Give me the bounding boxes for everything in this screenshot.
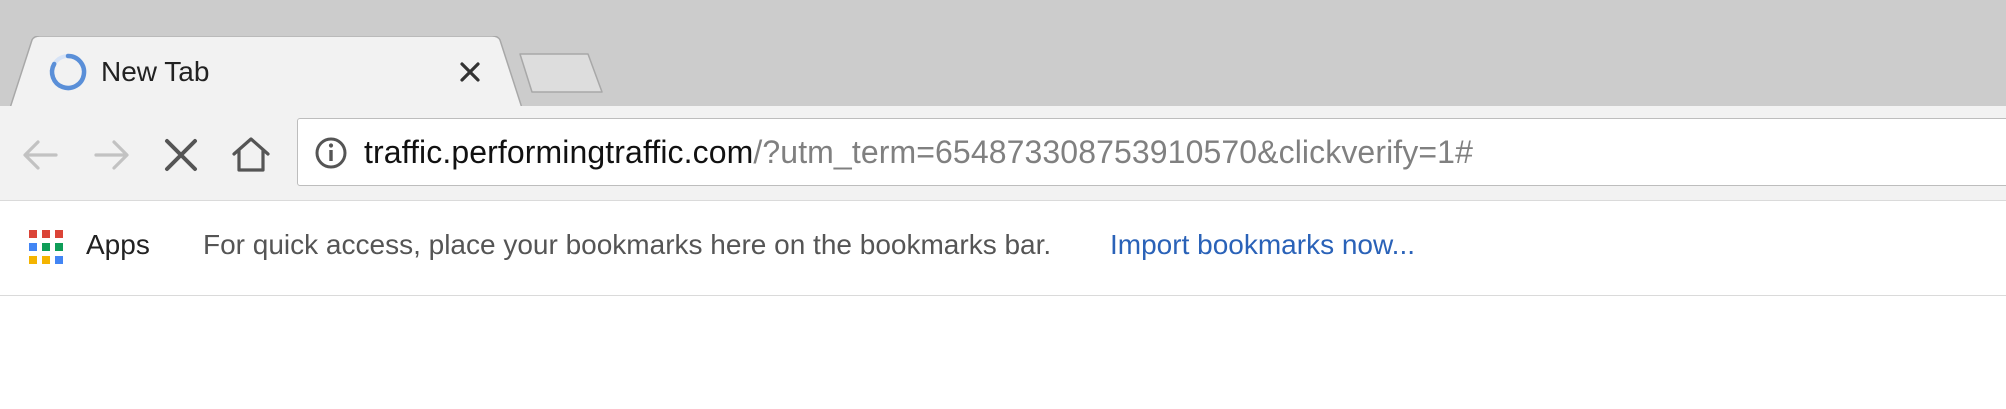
- spinner-icon: [49, 53, 87, 91]
- toolbar: traffic.performingtraffic.com/?utm_term=…: [0, 106, 2006, 200]
- info-icon[interactable]: [314, 136, 348, 170]
- apps-grid-icon[interactable]: [28, 229, 64, 265]
- import-bookmarks-link[interactable]: Import bookmarks now...: [1110, 227, 1415, 263]
- close-icon[interactable]: [452, 54, 488, 90]
- address-bar[interactable]: traffic.performingtraffic.com/?utm_term=…: [297, 118, 2006, 186]
- page-content: [0, 296, 2006, 409]
- back-button[interactable]: [16, 130, 66, 180]
- new-tab-button[interactable]: [518, 52, 604, 94]
- tab-strip: New Tab: [0, 0, 2006, 108]
- home-button[interactable]: [226, 130, 276, 180]
- url-path: /?utm_term=654873308753910570&clickverif…: [753, 134, 1473, 170]
- tab-new-tab[interactable]: New Tab: [10, 36, 522, 108]
- address-url[interactable]: traffic.performingtraffic.com/?utm_term=…: [364, 132, 1473, 172]
- tab-title: New Tab: [101, 56, 210, 87]
- bookmarks-hint-text: For quick access, place your bookmarks h…: [203, 229, 1052, 260]
- apps-shortcut[interactable]: Apps: [86, 227, 150, 263]
- forward-button[interactable]: [86, 130, 136, 180]
- stop-button[interactable]: [156, 130, 206, 180]
- url-host: traffic.performingtraffic.com: [364, 134, 754, 170]
- bookmarks-bar: Apps For quick access, place your bookma…: [0, 200, 2006, 296]
